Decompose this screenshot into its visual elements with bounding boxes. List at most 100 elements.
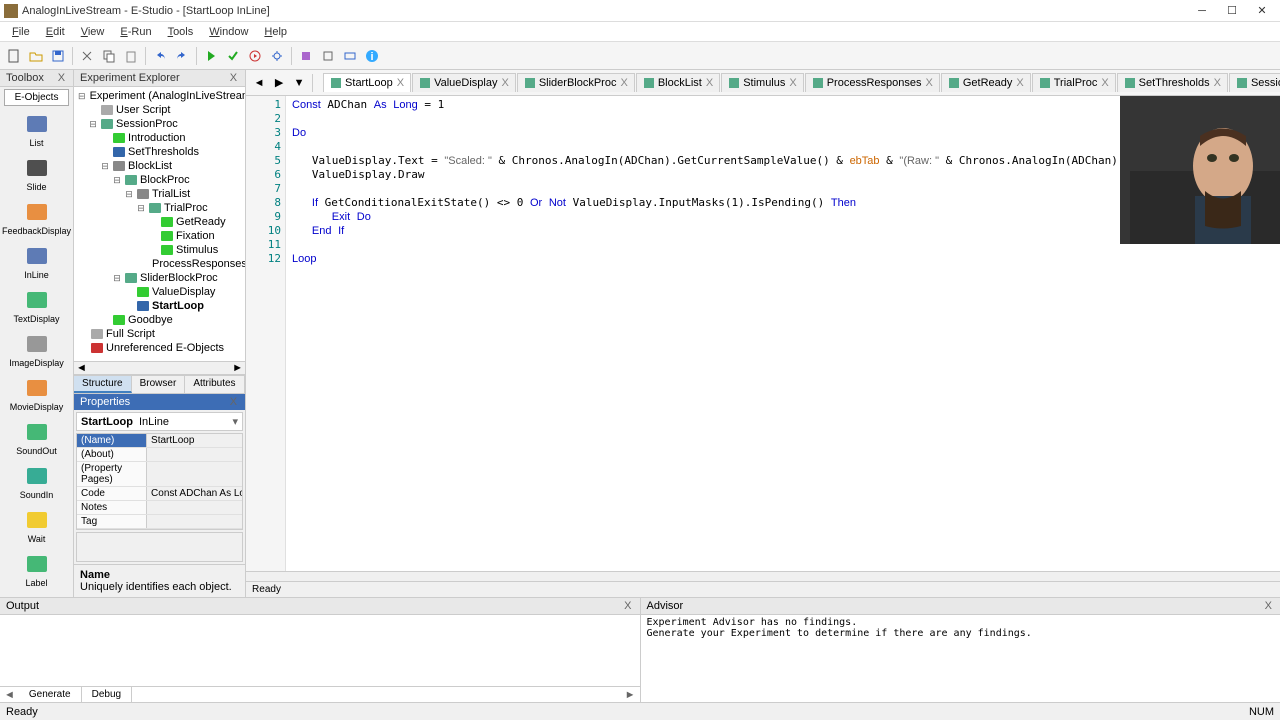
explorer-tab-attributes[interactable]: Attributes (185, 376, 244, 393)
editor-tab-getready[interactable]: GetReadyX (941, 73, 1031, 92)
output-close[interactable]: X (622, 600, 633, 612)
scroll-left-icon[interactable]: ◄ (0, 689, 19, 701)
cut-button[interactable] (77, 46, 97, 66)
tree-node-sliderblockproc[interactable]: ⊟SliderBlockProc (76, 271, 243, 285)
toolbox-item-inline[interactable]: InLine (0, 240, 73, 284)
toolbox-item-soundout[interactable]: SoundOut (0, 416, 73, 460)
output-tab-generate[interactable]: Generate (19, 687, 82, 702)
property-row[interactable]: (Property Pages) (77, 462, 242, 487)
menu-file[interactable]: File (4, 24, 38, 40)
menu-help[interactable]: Help (256, 24, 295, 40)
nav-back-button[interactable]: ◄ (250, 74, 268, 92)
menu-window[interactable]: Window (201, 24, 256, 40)
check-button[interactable] (223, 46, 243, 66)
toolbox-item-soundin[interactable]: SoundIn (0, 460, 73, 504)
advisor-button[interactable] (296, 46, 316, 66)
toolbox-item-moviedisplay[interactable]: MovieDisplay (0, 372, 73, 416)
toolbox-item-wait[interactable]: Wait (0, 504, 73, 548)
maximize-button[interactable]: ☐ (1218, 2, 1246, 20)
redo-button[interactable] (172, 46, 192, 66)
tab-close-icon[interactable]: X (1101, 77, 1108, 89)
toolbox-tab-eobjects[interactable]: E-Objects (4, 89, 69, 106)
editor-tab-startloop[interactable]: StartLoopX (323, 73, 411, 92)
toolbox-item-label[interactable]: Label (0, 548, 73, 592)
toolbox-item-slide[interactable]: Slide (0, 152, 73, 196)
tab-close-icon[interactable]: X (501, 77, 508, 89)
tab-close-icon[interactable]: X (620, 77, 627, 89)
editor-tab-stimulus[interactable]: StimulusX (721, 73, 804, 92)
save-button[interactable] (48, 46, 68, 66)
run-button[interactable] (245, 46, 265, 66)
scroll-left-icon[interactable]: ◄ (76, 362, 87, 374)
scroll-right-icon[interactable]: ► (232, 362, 243, 374)
advisor-close[interactable]: X (1263, 600, 1274, 612)
package-button[interactable] (318, 46, 338, 66)
menu-e-run[interactable]: E-Run (112, 24, 159, 40)
toolbox-item-list[interactable]: List (0, 108, 73, 152)
property-row[interactable]: Tag (77, 515, 242, 529)
paste-button[interactable] (121, 46, 141, 66)
properties-close[interactable]: X (228, 396, 239, 408)
menu-edit[interactable]: Edit (38, 24, 73, 40)
property-row[interactable]: (About) (77, 448, 242, 462)
editor-tab-trialproc[interactable]: TrialProcX (1032, 73, 1116, 92)
tab-close-icon[interactable]: X (1016, 77, 1023, 89)
tab-close-icon[interactable]: X (926, 77, 933, 89)
tree-node-triallist[interactable]: ⊟TrialList (76, 187, 243, 201)
tree-node-setthresholds[interactable]: SetThresholds (76, 145, 243, 159)
close-button[interactable]: ✕ (1248, 2, 1276, 20)
editor-tab-valuedisplay[interactable]: ValueDisplayX (412, 73, 516, 92)
tree-node-blockproc[interactable]: ⊟BlockProc (76, 173, 243, 187)
tree-node-getready[interactable]: GetReady (76, 215, 243, 229)
minimize-button[interactable]: ─ (1188, 2, 1216, 20)
settings-button[interactable] (267, 46, 287, 66)
property-row[interactable]: Notes (77, 501, 242, 515)
editor-tab-setthresholds[interactable]: SetThresholdsX (1117, 73, 1228, 92)
menu-view[interactable]: View (73, 24, 113, 40)
tree-node-introduction[interactable]: Introduction (76, 131, 243, 145)
tree-node-unreferenced-e-objects[interactable]: Unreferenced E-Objects (76, 341, 243, 355)
explorer-close[interactable]: X (228, 72, 239, 84)
undo-button[interactable] (150, 46, 170, 66)
explorer-tab-structure[interactable]: Structure (74, 376, 132, 393)
tree-node-processresponses[interactable]: ProcessResponses (76, 257, 243, 271)
tree-node-stimulus[interactable]: Stimulus (76, 243, 243, 257)
toolbox-close[interactable]: X (56, 72, 67, 84)
nav-forward-button[interactable]: ▶ (270, 74, 288, 92)
generate-button[interactable] (201, 46, 221, 66)
tree-node-fixation[interactable]: Fixation (76, 229, 243, 243)
toolbox-item-textdisplay[interactable]: TextDisplay (0, 284, 73, 328)
tree-node-sessionproc[interactable]: ⊟SessionProc (76, 117, 243, 131)
devices-button[interactable] (340, 46, 360, 66)
property-row[interactable]: CodeConst ADChan As Lo (77, 487, 242, 501)
toolbox-item-imagedisplay[interactable]: ImageDisplay (0, 328, 73, 372)
tree-node-valuedisplay[interactable]: ValueDisplay (76, 285, 243, 299)
new-button[interactable] (4, 46, 24, 66)
dropdown-icon[interactable]: ▾ (233, 415, 239, 428)
tab-close-icon[interactable]: X (1214, 77, 1221, 89)
tab-close-icon[interactable]: X (397, 77, 404, 89)
nav-down-button[interactable]: ▼ (290, 74, 308, 92)
toolbox-item-feedbackdisplay[interactable]: FeedbackDisplay (0, 196, 73, 240)
editor-tab-processresponses[interactable]: ProcessResponsesX (805, 73, 940, 92)
tree-node-startloop[interactable]: StartLoop (76, 299, 243, 313)
output-content[interactable] (0, 615, 640, 686)
info-button[interactable]: i (362, 46, 382, 66)
tree-node-goodbye[interactable]: Goodbye (76, 313, 243, 327)
editor-tab-sessionproc[interactable]: SessionProcX (1229, 73, 1280, 92)
editor-tab-sliderblockproc[interactable]: SliderBlockProcX (517, 73, 635, 92)
tab-close-icon[interactable]: X (706, 77, 713, 89)
output-tab-debug[interactable]: Debug (82, 687, 132, 702)
open-button[interactable] (26, 46, 46, 66)
menu-tools[interactable]: Tools (160, 24, 202, 40)
tree-node-trialproc[interactable]: ⊟TrialProc (76, 201, 243, 215)
tree-node-experiment-analoginlivestream-es3-[interactable]: ⊟Experiment (AnalogInLiveStream.es3) (76, 89, 243, 103)
editor-tab-blocklist[interactable]: BlockListX (636, 73, 720, 92)
tree-node-full-script[interactable]: Full Script (76, 327, 243, 341)
tree-node-blocklist[interactable]: ⊟BlockList (76, 159, 243, 173)
scroll-right-icon[interactable]: ► (621, 689, 640, 701)
explorer-tab-browser[interactable]: Browser (132, 376, 186, 393)
experiment-tree[interactable]: ⊟Experiment (AnalogInLiveStream.es3)User… (74, 87, 245, 361)
tab-close-icon[interactable]: X (789, 77, 796, 89)
copy-button[interactable] (99, 46, 119, 66)
